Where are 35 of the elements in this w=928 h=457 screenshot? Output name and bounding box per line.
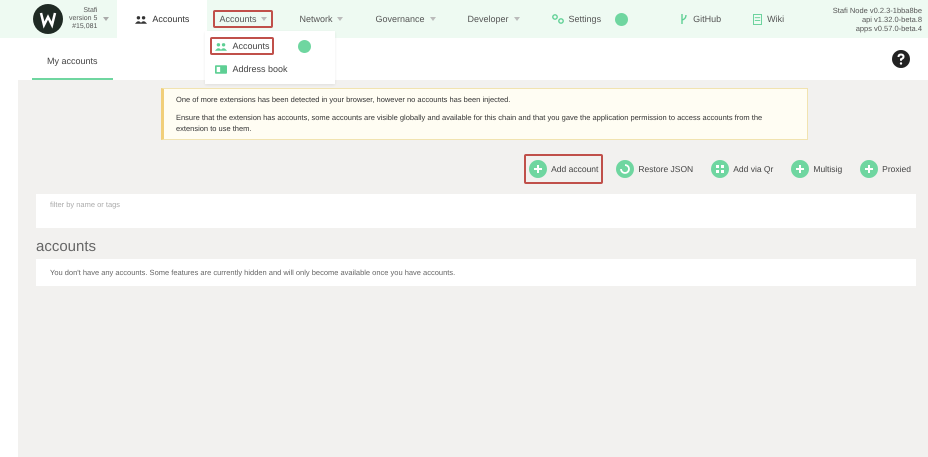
branch-icon <box>680 13 688 25</box>
nav-menu-item[interactable]: Network <box>293 10 350 28</box>
document-icon <box>753 14 762 24</box>
nav-menu-item[interactable]: GitHub <box>674 9 728 29</box>
action-button[interactable]: Multisig <box>786 154 848 184</box>
action-button[interactable]: Add account <box>524 154 604 184</box>
caret-icon <box>430 17 436 21</box>
section-title: accounts <box>36 238 98 255</box>
action-button[interactable]: Add via Qr <box>706 154 778 184</box>
caret-icon <box>514 17 520 21</box>
grid-icon <box>711 160 730 178</box>
menu-item[interactable]: Accounts <box>210 37 274 55</box>
plus-icon <box>860 160 878 178</box>
refresh-icon <box>616 160 634 178</box>
plus-icon <box>791 160 810 178</box>
nav-menu-item[interactable]: Settings <box>546 10 608 28</box>
notification-dot <box>298 40 312 52</box>
menu-item[interactable]: Address book <box>210 60 292 78</box>
accounts-tab[interactable]: Accounts <box>117 0 208 38</box>
settings-icon <box>552 14 564 24</box>
address-book-icon <box>215 64 228 74</box>
nav-menu-item[interactable]: Accounts <box>213 10 274 28</box>
nav-menu-item[interactable]: Governance <box>369 10 442 28</box>
caret-icon <box>261 17 268 21</box>
action-button[interactable]: Proxied <box>855 154 916 184</box>
notification-dot <box>615 12 628 26</box>
logo-icon[interactable] <box>33 4 63 34</box>
caret-icon <box>337 17 344 21</box>
help-icon[interactable] <box>892 50 910 68</box>
nav-menu-item[interactable]: Wiki <box>747 10 790 28</box>
nav-menu-item[interactable]: Developer <box>462 10 526 28</box>
people-icon <box>215 42 228 50</box>
action-button[interactable]: Restore JSON <box>611 154 698 184</box>
people-icon <box>135 14 148 24</box>
plus-icon <box>529 160 548 178</box>
